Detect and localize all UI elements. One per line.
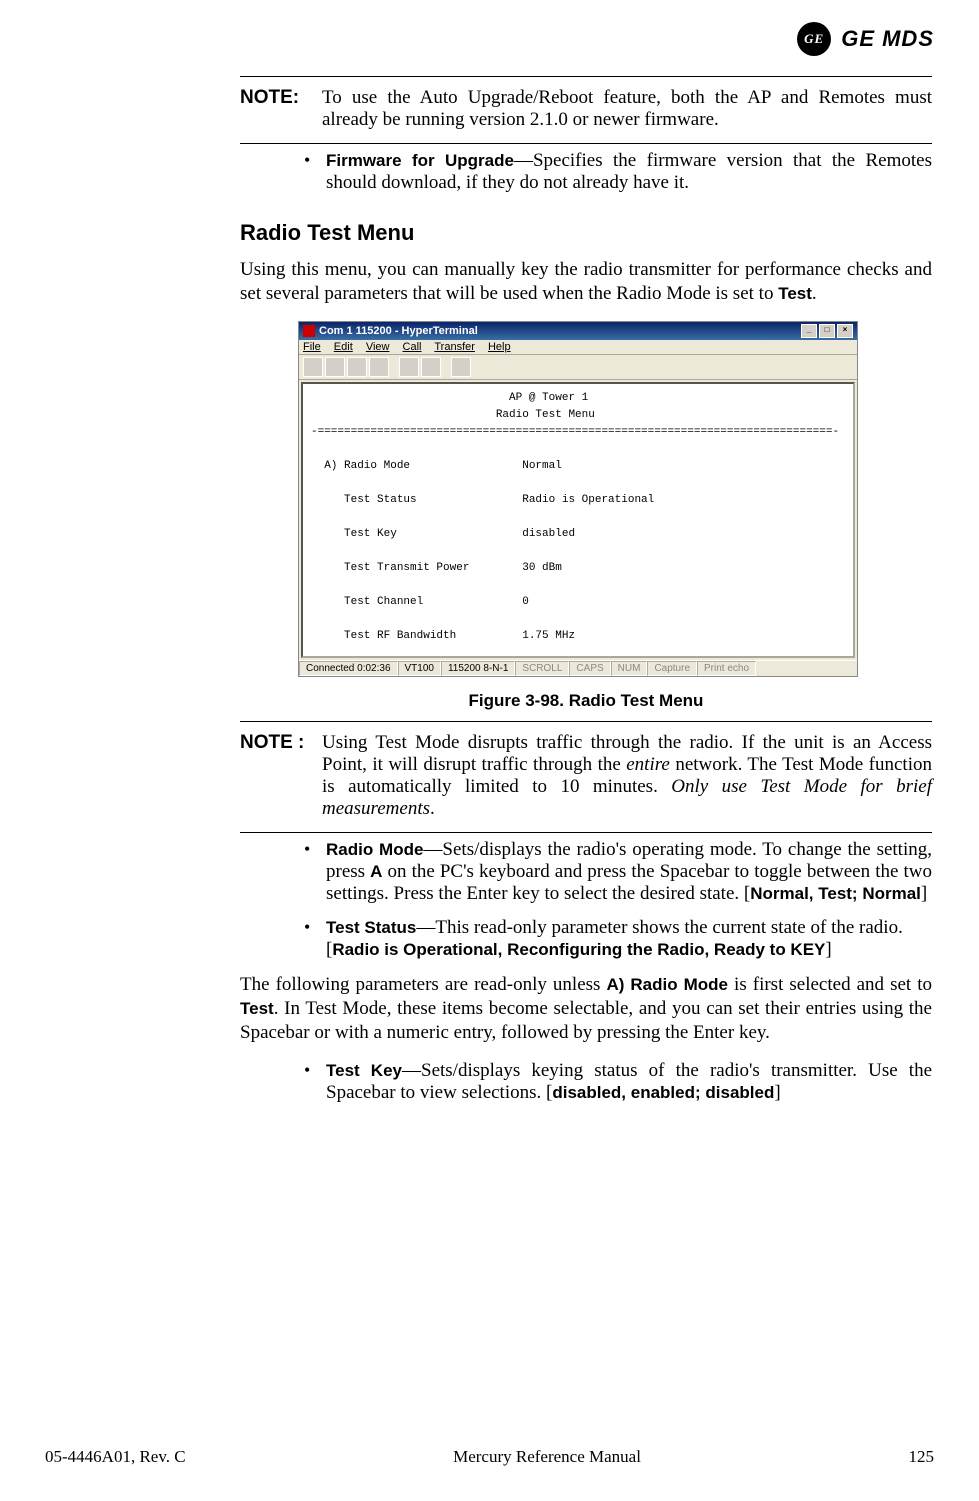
bullet-test-status: Test Status—This read-only parameter sho… [304,917,932,961]
note-text: To use the Auto Upgrade/Reboot feature, … [322,87,932,131]
options: disabled, enabled; disabled [552,1083,774,1102]
hyperterminal-window: Com 1 115200 - HyperTerminal _ □ × File … [298,321,858,677]
inline-code: Test [778,284,812,303]
footer-left: 05-4446A01, Rev. C [45,1447,186,1467]
bullet-term: Test Status [326,918,416,937]
bullet-term: Test Key [326,1061,402,1080]
menubar: File Edit View Call Transfer Help [299,340,857,355]
text: is first selected and set to [728,974,932,995]
status-cell: 115200 8-N-1 [441,661,515,676]
text: ] [921,883,927,904]
paragraph-readonly-note: The following parameters are read-only u… [240,973,932,1046]
text: . [812,283,817,304]
toolbar-button[interactable] [325,357,345,377]
bullet-firmware-upgrade: Firmware for Upgrade—Specifies the firmw… [304,150,932,194]
menu-help[interactable]: Help [488,341,511,353]
footer-right: 125 [908,1447,934,1467]
inline-code: Test [240,999,274,1018]
status-cell: Print echo [697,661,756,676]
maximize-icon[interactable]: □ [819,324,835,338]
status-cell: Capture [647,661,697,676]
app-icon [303,325,315,337]
status-cell: NUM [611,661,648,676]
options: Radio is Operational, Reconfiguring the … [332,940,825,959]
menu-transfer[interactable]: Transfer [434,341,475,353]
toolbar-button[interactable] [399,357,419,377]
menu-view[interactable]: View [366,341,390,353]
status-cell: SCROLL [515,661,569,676]
bullet-term: Radio Mode [326,840,423,859]
brand-text: GE MDS [841,26,934,52]
menu-file[interactable]: File [303,341,321,353]
text: . In Test Mode, these items become selec… [240,998,932,1043]
intro-paragraph: Using this menu, you can manually key th… [240,258,932,307]
section-heading: Radio Test Menu [240,220,932,246]
minimize-icon[interactable]: _ [801,324,817,338]
bullet-test-key: Test Key—Sets/displays keying status of … [304,1060,932,1104]
bullet-radio-mode: Radio Mode—Sets/displays the radio's ope… [304,839,932,905]
menu-edit[interactable]: Edit [334,341,353,353]
text: Using this menu, you can manually key th… [240,259,932,304]
rule [240,76,932,77]
text: ] [825,939,831,960]
footer-center: Mercury Reference Manual [453,1447,641,1467]
options: Normal, Test; Normal [750,884,921,903]
note-block-1: NOTE: To use the Auto Upgrade/Reboot fea… [240,81,932,139]
close-icon[interactable]: × [837,324,853,338]
toolbar-button[interactable] [451,357,471,377]
rule [240,721,932,722]
toolbar-button[interactable] [421,357,441,377]
status-cell: Connected 0:02:36 [299,661,398,676]
toolbar-button[interactable] [347,357,367,377]
statusbar: Connected 0:02:36 VT100 115200 8-N-1 SCR… [299,660,857,676]
emphasis: entire [626,754,670,775]
status-cell: VT100 [398,661,441,676]
toolbar-button[interactable] [369,357,389,377]
window-titlebar: Com 1 115200 - HyperTerminal _ □ × [299,322,857,340]
text: . [430,798,435,819]
inline-code: A [370,862,382,881]
note-label: NOTE: [240,87,312,131]
menu-call[interactable]: Call [403,341,422,353]
rule [240,832,932,833]
note-label: NOTE : [240,732,312,820]
note-text: Using Test Mode disrupts traffic through… [322,732,932,820]
inline-code: A) Radio Mode [606,975,728,994]
ge-monogram-icon: GE [797,22,831,56]
toolbar [299,355,857,380]
bullet-term: Firmware for Upgrade [326,151,514,170]
status-cell: CAPS [569,661,610,676]
figure-caption: Figure 3-98. Radio Test Menu [240,691,932,711]
rule [240,143,932,144]
window-title: Com 1 115200 - HyperTerminal [319,325,478,337]
figure-terminal: Com 1 115200 - HyperTerminal _ □ × File … [298,321,858,677]
terminal-body: AP @ Tower 1 Radio Test Menu -==========… [301,382,855,658]
text: ] [774,1082,780,1103]
text: The following parameters are read-only u… [240,974,606,995]
text: —This read-only parameter shows the curr… [416,917,902,938]
brand-logo: GE GE MDS [797,22,934,56]
page-footer: 05-4446A01, Rev. C Mercury Reference Man… [45,1447,934,1467]
note-block-2: NOTE : Using Test Mode disrupts traffic … [240,726,932,828]
toolbar-button[interactable] [303,357,323,377]
